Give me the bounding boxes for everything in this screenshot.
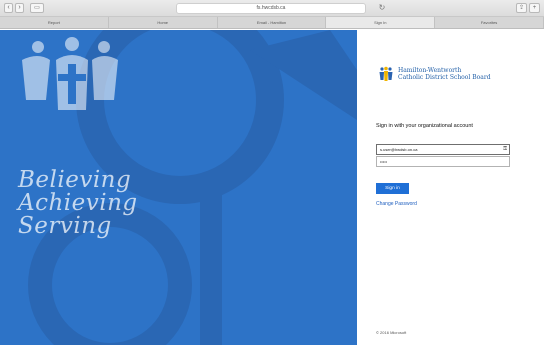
tab-report[interactable]: Report (0, 17, 109, 28)
tab-bar: Report Home Email - Hamilton Sign In Fav… (0, 17, 544, 29)
tab-sign-in[interactable]: Sign In (326, 17, 436, 28)
copyright-text: © 2016 Microsoft (376, 330, 407, 335)
email-field-value: s.user@hwdsb.on.ca (380, 147, 418, 152)
board-logo: Hamilton-Wentworth Catholic District Sch… (378, 66, 491, 82)
key-icon[interactable]: ⚿ (503, 146, 507, 153)
sign-in-button[interactable]: Sign in (376, 183, 409, 194)
email-field[interactable]: s.user@hwdsb.on.ca ⚿ (376, 144, 510, 155)
forward-button[interactable]: › (15, 3, 24, 13)
tab-email[interactable]: Email - Hamilton (218, 17, 327, 28)
board-name-line-2: Catholic District School Board (398, 74, 491, 81)
signin-heading: Sign in with your organizational account (376, 123, 473, 129)
sidebar-toggle-button[interactable]: ▭ (30, 3, 44, 13)
address-bar[interactable]: fs.hwcdsb.ca (176, 3, 366, 14)
change-password-link[interactable]: Change Password (376, 201, 417, 207)
tab-favorites[interactable]: Favorites (435, 17, 544, 28)
browser-toolbar: ‹ › ▭ fs.hwcdsb.ca ↻ ⇪ + (0, 0, 544, 17)
board-name-line-1: Hamilton-Wentworth (398, 67, 462, 74)
bar-shape (200, 180, 222, 345)
illustration-panel: Believing Achieving Serving (0, 30, 357, 345)
signin-panel: Hamilton-Wentworth Catholic District Sch… (357, 30, 544, 345)
board-logo-icon (379, 66, 393, 81)
password-field-value: ••••• (380, 159, 388, 164)
tab-home[interactable]: Home (109, 17, 218, 28)
toolbar-right: ⇪ + (516, 3, 540, 13)
reload-icon[interactable]: ↻ (377, 3, 387, 13)
ring-shape (76, 30, 284, 204)
board-name: Hamilton-Wentworth Catholic District Sch… (398, 67, 491, 81)
back-button[interactable]: ‹ (4, 3, 13, 13)
new-tab-button[interactable]: + (529, 3, 540, 13)
motto-line-3: Serving (18, 213, 112, 239)
share-button[interactable]: ⇪ (516, 3, 527, 13)
password-field[interactable]: ••••• (376, 156, 510, 167)
nav-buttons: ‹ › (4, 3, 24, 13)
